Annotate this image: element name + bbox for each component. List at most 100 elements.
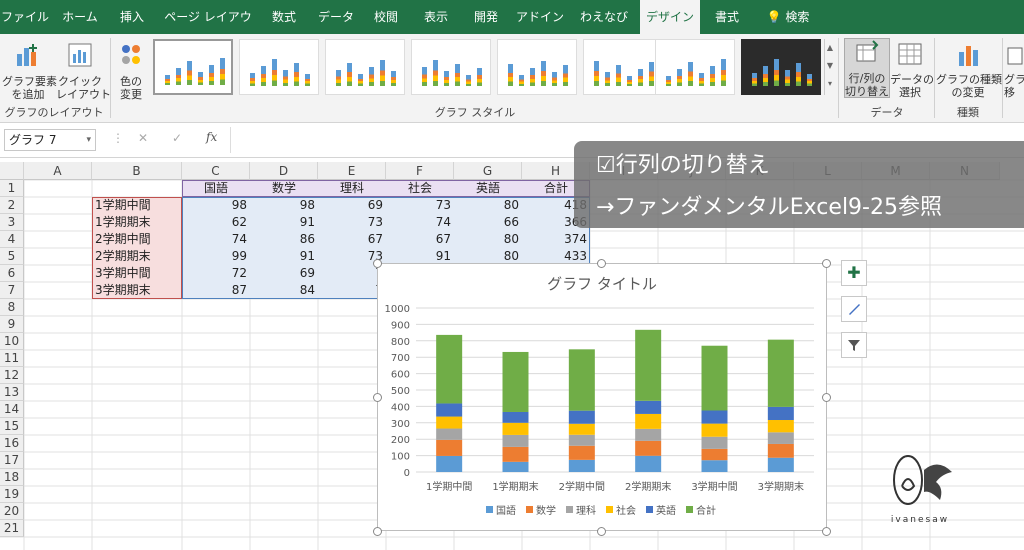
row-label-cell[interactable]: 3学期期末 xyxy=(92,282,182,299)
header-cell[interactable]: 数学 xyxy=(250,180,318,197)
row-header-1[interactable]: 1 xyxy=(0,180,24,197)
tab-file[interactable]: ファイル xyxy=(0,0,50,34)
column-header-f[interactable]: F xyxy=(386,162,454,180)
row-header-20[interactable]: 20 xyxy=(0,503,24,520)
change-colors-button[interactable]: 色の 変更 xyxy=(112,40,150,101)
row-header-4[interactable]: 4 xyxy=(0,231,24,248)
value-cell[interactable]: 80 xyxy=(454,197,522,214)
tab-data[interactable]: データ xyxy=(312,0,360,34)
value-cell[interactable]: 98 xyxy=(250,197,318,214)
chart-elements-button[interactable]: ✚ xyxy=(841,260,867,286)
tab-format[interactable]: 書式 xyxy=(704,0,750,34)
row-header-15[interactable]: 15 xyxy=(0,418,24,435)
chart-style-8[interactable] xyxy=(741,39,821,95)
tab-home[interactable]: ホーム xyxy=(55,0,105,34)
resize-handle[interactable] xyxy=(822,393,831,402)
switch-row-column-button[interactable]: 行/列の 切り替え xyxy=(844,38,890,98)
value-cell[interactable]: 66 xyxy=(454,214,522,231)
chart-filters-button[interactable] xyxy=(841,332,867,358)
tab-insert[interactable]: 挿入 xyxy=(110,0,154,34)
column-header-a[interactable]: A xyxy=(24,162,92,180)
row-label-cell[interactable]: 3学期中間 xyxy=(92,265,182,282)
value-cell[interactable]: 84 xyxy=(250,282,318,299)
row-label-cell[interactable]: 2学期期末 xyxy=(92,248,182,265)
value-cell[interactable]: 86 xyxy=(250,231,318,248)
chart-style-5[interactable] xyxy=(497,39,577,95)
select-data-button[interactable]: データの 選択 xyxy=(890,40,934,99)
select-all-corner[interactable] xyxy=(0,162,24,180)
row-header-21[interactable]: 21 xyxy=(0,520,24,537)
value-cell[interactable]: 72 xyxy=(182,265,250,282)
header-cell[interactable]: 英語 xyxy=(454,180,522,197)
row-header-13[interactable]: 13 xyxy=(0,384,24,401)
chart-styles-button[interactable] xyxy=(841,296,867,322)
header-cell[interactable]: 国語 xyxy=(182,180,250,197)
value-cell[interactable]: 98 xyxy=(182,197,250,214)
value-cell[interactable]: 73 xyxy=(386,197,454,214)
row-header-7[interactable]: 7 xyxy=(0,282,24,299)
change-chart-type-button[interactable]: グラフの種類 の変更 xyxy=(936,40,1002,99)
gallery-scroll[interactable]: ▲ ▼ ▾ xyxy=(824,39,835,95)
row-header-19[interactable]: 19 xyxy=(0,486,24,503)
name-box[interactable]: グラフ 7 ▾ xyxy=(4,129,96,151)
tab-search[interactable]: 💡 検索 xyxy=(758,0,818,34)
tab-addins[interactable]: アドイン xyxy=(514,0,566,34)
row-header-18[interactable]: 18 xyxy=(0,469,24,486)
column-header-c[interactable]: C xyxy=(182,162,250,180)
chart-object[interactable]: グラフ タイトル 0 100 200 300 400 500 600 700 800 900 1000… xyxy=(377,263,827,531)
value-cell[interactable]: 80 xyxy=(454,231,522,248)
chart-style-7[interactable] xyxy=(655,39,735,95)
row-header-14[interactable]: 14 xyxy=(0,401,24,418)
column-header-g[interactable]: G xyxy=(454,162,522,180)
tab-review[interactable]: 校閲 xyxy=(364,0,408,34)
value-cell[interactable]: 374 xyxy=(522,231,590,248)
column-header-d[interactable]: D xyxy=(250,162,318,180)
value-cell[interactable]: 69 xyxy=(250,265,318,282)
resize-handle[interactable] xyxy=(822,527,831,536)
row-label-cell[interactable]: 1学期中間 xyxy=(92,197,182,214)
value-cell[interactable]: 73 xyxy=(318,214,386,231)
row-header-2[interactable]: 2 xyxy=(0,197,24,214)
column-header-b[interactable]: B xyxy=(92,162,182,180)
value-cell[interactable]: 67 xyxy=(386,231,454,248)
value-cell[interactable]: 62 xyxy=(182,214,250,231)
chart-style-3[interactable] xyxy=(325,39,405,95)
resize-handle[interactable] xyxy=(597,259,606,268)
value-cell[interactable]: 74 xyxy=(182,231,250,248)
row-label-cell[interactable]: 2学期中間 xyxy=(92,231,182,248)
tab-developer[interactable]: 開発 xyxy=(464,0,508,34)
chart-style-2[interactable] xyxy=(239,39,319,95)
tab-formulas[interactable]: 数式 xyxy=(262,0,306,34)
enter-icon[interactable]: ✓ xyxy=(172,131,182,145)
chart-style-4[interactable] xyxy=(411,39,491,95)
row-header-3[interactable]: 3 xyxy=(0,214,24,231)
column-header-e[interactable]: E xyxy=(318,162,386,180)
add-chart-element-button[interactable]: グラフ要素 を追加 xyxy=(2,40,57,101)
header-cell[interactable]: 理科 xyxy=(318,180,386,197)
value-cell[interactable]: 87 xyxy=(182,282,250,299)
tab-page-layout[interactable]: ページ レイアウト xyxy=(160,0,256,58)
resize-handle[interactable] xyxy=(373,393,382,402)
row-header-9[interactable]: 9 xyxy=(0,316,24,333)
row-header-10[interactable]: 10 xyxy=(0,333,24,350)
value-cell[interactable]: 91 xyxy=(250,214,318,231)
value-cell[interactable]: 69 xyxy=(318,197,386,214)
tab-view[interactable]: 表示 xyxy=(414,0,458,34)
resize-handle[interactable] xyxy=(822,259,831,268)
tab-waenavi[interactable]: わえなび xyxy=(572,0,636,34)
tab-design[interactable]: デザイン xyxy=(640,0,700,34)
row-header-8[interactable]: 8 xyxy=(0,299,24,316)
chart-style-6[interactable] xyxy=(583,39,663,95)
resize-handle[interactable] xyxy=(373,259,382,268)
row-header-6[interactable]: 6 xyxy=(0,265,24,282)
row-label-cell[interactable]: 1学期期末 xyxy=(92,214,182,231)
row-header-16[interactable]: 16 xyxy=(0,435,24,452)
header-cell[interactable]: 社会 xyxy=(386,180,454,197)
chart-style-1[interactable] xyxy=(153,39,233,95)
value-cell[interactable]: 91 xyxy=(250,248,318,265)
row-header-11[interactable]: 11 xyxy=(0,350,24,367)
value-cell[interactable]: 67 xyxy=(318,231,386,248)
function-icon[interactable]: fx xyxy=(206,130,217,144)
row-header-5[interactable]: 5 xyxy=(0,248,24,265)
resize-handle[interactable] xyxy=(373,527,382,536)
